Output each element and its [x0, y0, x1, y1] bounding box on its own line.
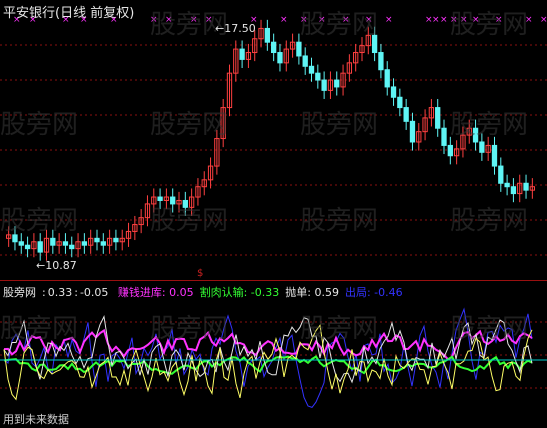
watermark: 股旁网 [150, 314, 229, 344]
candle-body [308, 65, 315, 74]
candle-body [397, 96, 403, 109]
candle-body [50, 237, 56, 246]
watermark: 股旁网 [0, 110, 79, 140]
left-arrow-icon: ← [215, 22, 225, 35]
candle-body [321, 79, 327, 91]
indicator-value-2: -0.05 [79, 286, 109, 299]
candle-body [264, 27, 271, 43]
candle-body [302, 55, 308, 67]
candle-body [403, 107, 409, 122]
candle-body [315, 72, 321, 81]
watermark: 股旁网 [0, 314, 79, 344]
watermark: 股旁网 [300, 10, 379, 40]
candle-body [81, 241, 88, 246]
candle-body [447, 144, 453, 157]
low-price-label: ←10.87 [36, 259, 77, 272]
candle-body [24, 244, 31, 250]
watermark: 股旁网 [450, 206, 529, 236]
left-arrow-icon: ← [36, 259, 46, 272]
candle-body [504, 182, 510, 188]
watermark: 股旁网 [450, 110, 529, 140]
candle-body [271, 41, 277, 54]
indicator-name: 股旁网 [3, 286, 36, 299]
candle-body [69, 244, 75, 250]
watermark: 股旁网 [300, 314, 379, 344]
future-data-note: 用到未来数据 [3, 413, 69, 426]
x-marker: × [385, 15, 393, 25]
watermark: 股旁网 [450, 10, 529, 40]
candle-body [113, 237, 119, 243]
x-marker: × [440, 15, 448, 25]
candle-body [37, 241, 43, 253]
indicator-items: 赚钱进库: 0.05 割肉认输: -0.33 抛单: 0.59 出局: -0.46 [118, 286, 409, 299]
candle-body [94, 237, 100, 243]
candle-body [510, 186, 517, 195]
watermark: 股旁网 [0, 206, 79, 236]
candle-body [384, 69, 390, 88]
indicator-item-2: 抛单: 0.59 [285, 286, 339, 299]
watermark: 股旁网 [300, 206, 379, 236]
watermark: 股旁网 [450, 314, 529, 344]
candle-body [296, 41, 302, 57]
candle-body [479, 141, 485, 153]
candle-body [277, 52, 283, 64]
panel-separator [0, 280, 547, 281]
candle-body [18, 241, 24, 246]
candle-body [239, 48, 245, 60]
low-price-value: 10.87 [45, 259, 77, 272]
watermark: 股旁网 [150, 110, 229, 140]
candle-body [100, 241, 106, 246]
candle-body [498, 165, 504, 184]
watermark: 股旁网 [300, 110, 379, 140]
x-marker: × [432, 15, 440, 25]
candle-body [62, 241, 69, 246]
candle-body [409, 120, 416, 143]
indicator-item-3: 出局: -0.46 [344, 286, 403, 299]
indicator-header: 股旁网:0.33: -0.05 赚钱进库: 0.05 割肉认输: -0.33 抛单: … [3, 284, 415, 300]
indicator-value-1: 0.33 [47, 286, 73, 299]
watermark: 股旁网 [150, 206, 229, 236]
indicator-item-0: 赚钱进库: 0.05 [117, 286, 194, 299]
x-marker: × [540, 15, 547, 25]
high-price-label: ←17.50 [215, 22, 256, 35]
candle-body [390, 86, 397, 98]
dollar-marker-icon: $ [197, 268, 204, 279]
x-marker: × [280, 15, 288, 25]
candle-body [491, 144, 498, 167]
chart-window: × × × × × × × × × × × × × × × × × × × × × × × × × 股旁网 股旁网 股旁网 股旁… [0, 0, 547, 428]
high-price-value: 17.50 [224, 22, 256, 35]
chart-title: 平安银行(日线 前复权) [3, 6, 135, 21]
candle-body [334, 79, 340, 88]
candle-body [435, 107, 441, 129]
candle-body [378, 52, 384, 71]
indicator-item-1: 割肉认输: -0.33 [199, 286, 280, 299]
candle-body [441, 127, 447, 146]
candle-body [523, 182, 529, 191]
